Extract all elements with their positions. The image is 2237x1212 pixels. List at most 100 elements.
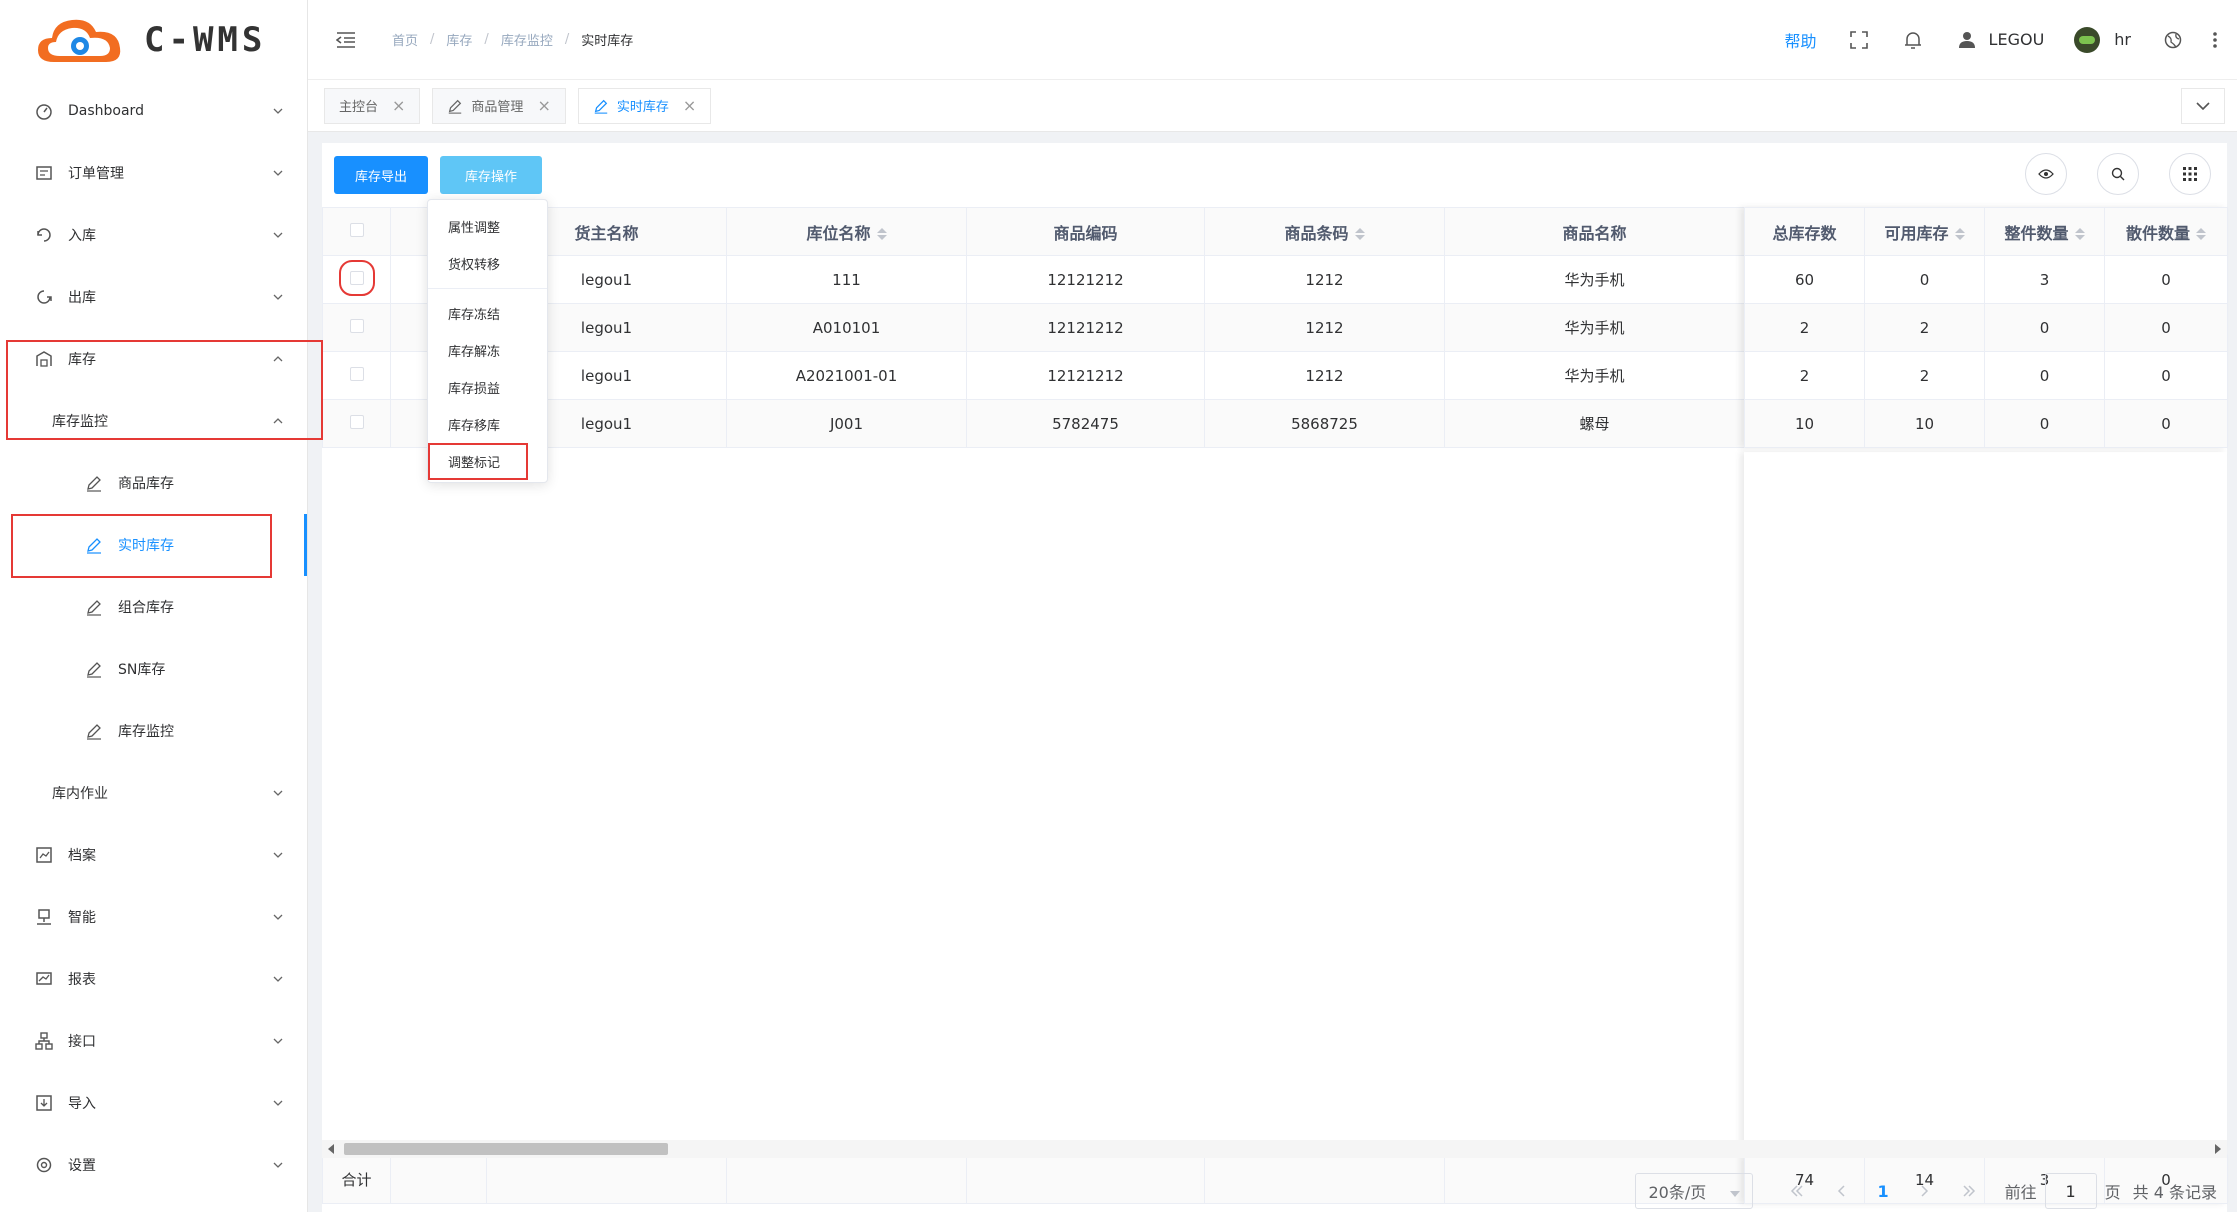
sidebar-item-smart[interactable]: 智能 <box>0 886 307 948</box>
next-page-icon[interactable] <box>1910 1176 1940 1206</box>
inventory-export-button[interactable]: 库存导出 <box>334 156 428 194</box>
row-checkbox[interactable] <box>338 259 375 296</box>
column-header-label: 货主名称 <box>574 223 639 243</box>
close-icon[interactable]: × <box>683 96 696 115</box>
sort-icon[interactable] <box>1954 228 1965 240</box>
sidebar-item-dashboard[interactable]: Dashboard <box>0 80 307 142</box>
more-vertical-icon[interactable] <box>2203 28 2227 52</box>
menu-item-adjust-mark[interactable]: 调整标记 <box>428 443 528 480</box>
prev-page-icon[interactable] <box>1826 1176 1856 1206</box>
pagination: 20条/页 1 前往 1 页 共 4 条记录 <box>1635 1173 2217 1209</box>
sidebar-item-sn-inventory[interactable]: SN库存 <box>0 638 307 700</box>
last-page-icon[interactable] <box>1954 1176 1984 1206</box>
table-row[interactable]: 10 10 0 0 <box>1744 399 2228 448</box>
scroll-right-arrow[interactable] <box>2215 1144 2221 1154</box>
first-page-icon[interactable] <box>1782 1176 1812 1206</box>
sort-icon[interactable] <box>2074 228 2085 240</box>
sidebar-item-label: 订单管理 <box>68 166 124 182</box>
column-header-loose[interactable]: 散件数量 <box>2104 207 2228 256</box>
table-cell: 0 <box>2104 255 2228 304</box>
sidebar-item-label: 出库 <box>68 290 96 306</box>
sidebar-item-reports[interactable]: 报表 <box>0 948 307 1010</box>
table-header-row: 总库存数 可用库存 整件数量 散件数量 <box>1744 207 2228 256</box>
menu-fold-icon[interactable] <box>334 28 358 52</box>
globe-icon[interactable] <box>2161 28 2185 52</box>
sort-icon[interactable] <box>1354 228 1365 240</box>
menu-item-inventory-profit-loss[interactable]: 库存损益 <box>428 369 547 406</box>
user-icon[interactable] <box>1955 28 1979 52</box>
edit-icon <box>593 98 609 114</box>
column-header-barcode[interactable]: 商品条码 <box>1204 207 1445 256</box>
tab-realtime-inventory[interactable]: 实时库存 × <box>577 87 712 124</box>
table-cell <box>1204 1155 1445 1204</box>
sidebar-item-inbound[interactable]: 入库 <box>0 204 307 266</box>
row-checkbox[interactable] <box>349 414 364 429</box>
menu-item-inventory-unfreeze[interactable]: 库存解冻 <box>428 332 547 369</box>
avatar[interactable] <box>2074 26 2101 53</box>
sidebar-item-outbound[interactable]: 出库 <box>0 266 307 328</box>
horizontal-scrollbar[interactable] <box>322 1140 2227 1158</box>
scrollbar-thumb[interactable] <box>344 1143 668 1155</box>
select-all-checkbox[interactable] <box>349 223 364 237</box>
close-icon[interactable]: × <box>537 96 550 115</box>
table-cell <box>966 1155 1205 1204</box>
column-header-total[interactable]: 总库存数 <box>1744 207 1865 256</box>
table-row[interactable]: 60 0 3 0 <box>1744 255 2228 304</box>
search-icon[interactable] <box>2097 153 2139 195</box>
breadcrumb-inventory[interactable]: 库存 <box>446 30 472 49</box>
column-header-available[interactable]: 可用库存 <box>1864 207 1985 256</box>
breadcrumb-inventory-monitor[interactable]: 库存监控 <box>501 30 553 49</box>
menu-item-attribute-adjust[interactable]: 属性调整 <box>428 208 547 245</box>
grid-icon[interactable] <box>2169 153 2211 195</box>
row-checkbox[interactable] <box>349 366 364 381</box>
table-row[interactable]: 2 2 0 0 <box>1744 351 2228 400</box>
sidebar-item-orders[interactable]: 订单管理 <box>0 142 307 204</box>
sidebar-item-warehouse-ops[interactable]: 库内作业 <box>0 762 307 824</box>
sidebar-item-product-inventory[interactable]: 商品库存 <box>0 452 307 514</box>
chevron-down-icon <box>271 786 285 800</box>
sort-icon[interactable] <box>876 228 887 240</box>
role-name[interactable]: hr <box>2114 30 2131 49</box>
tab-product-management[interactable]: 商品管理 × <box>432 87 566 124</box>
table-cell: 60 <box>1744 255 1865 304</box>
menu-item-inventory-move[interactable]: 库存移库 <box>428 406 547 443</box>
page-size-select[interactable]: 20条/页 <box>1635 1173 1754 1209</box>
column-header-product-name[interactable]: 商品名称 <box>1444 207 1745 256</box>
scroll-left-arrow[interactable] <box>328 1144 334 1154</box>
close-icon[interactable]: × <box>392 96 405 115</box>
breadcrumb-separator: / <box>564 32 570 47</box>
fullscreen-icon[interactable] <box>1847 28 1871 52</box>
eye-icon[interactable] <box>2025 153 2067 195</box>
menu-item-ownership-transfer[interactable]: 货权转移 <box>428 245 547 282</box>
sidebar-item-api[interactable]: 接口 <box>0 1010 307 1072</box>
column-header-product-code[interactable]: 商品编码 <box>966 207 1205 256</box>
sidebar-item-settings[interactable]: 设置 <box>0 1134 307 1196</box>
sidebar-item-archive[interactable]: 档案 <box>0 824 307 886</box>
help-link[interactable]: 帮助 <box>1785 28 1817 52</box>
import-icon <box>34 1093 54 1113</box>
inventory-operation-button[interactable]: 库存操作 <box>440 156 542 194</box>
column-header-whole[interactable]: 整件数量 <box>1984 207 2105 256</box>
column-header-location[interactable]: 库位名称 <box>726 207 967 256</box>
breadcrumb: 首页 / 库存 / 库存监控 / 实时库存 <box>392 30 633 49</box>
bell-icon[interactable] <box>1901 28 1925 52</box>
tab-dashboard[interactable]: 主控台 × <box>324 87 421 124</box>
chevron-down-icon <box>271 290 285 304</box>
menu-item-inventory-freeze[interactable]: 库存冻结 <box>428 295 547 332</box>
breadcrumb-separator: / <box>430 32 435 47</box>
goto-page-input[interactable]: 1 <box>2044 1173 2097 1209</box>
breadcrumb-home[interactable]: 首页 <box>392 30 418 49</box>
logo[interactable]: C-WMS <box>0 0 307 80</box>
sort-icon[interactable] <box>2196 228 2206 240</box>
settings-icon <box>34 1155 54 1175</box>
user-name[interactable]: LEGOU <box>1989 30 2045 49</box>
row-checkbox[interactable] <box>349 318 364 333</box>
table-row[interactable]: 2 2 0 0 <box>1744 303 2228 352</box>
tabs-dropdown-button[interactable] <box>2181 88 2225 124</box>
table-cell: 1212 <box>1204 351 1445 400</box>
table-cell: 2 <box>1864 351 1985 400</box>
current-page[interactable]: 1 <box>1877 1182 1888 1201</box>
sidebar-item-combo-inventory[interactable]: 组合库存 <box>0 576 307 638</box>
sidebar-item-import[interactable]: 导入 <box>0 1072 307 1134</box>
sidebar-item-inventory-monitor-page[interactable]: 库存监控 <box>0 700 307 762</box>
